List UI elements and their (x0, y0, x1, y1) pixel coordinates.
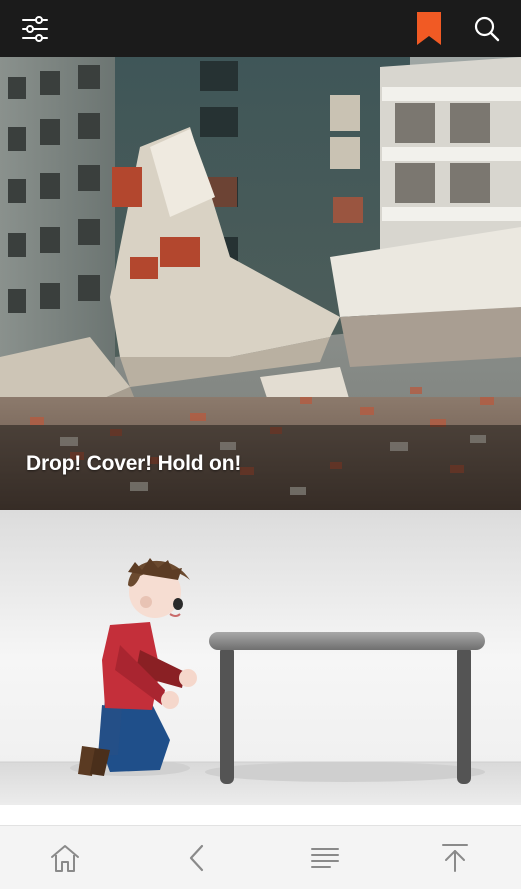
home-icon[interactable] (35, 826, 95, 889)
search-icon[interactable] (458, 0, 515, 57)
drop-cover-illustration (0, 510, 521, 805)
bookmark-icon[interactable] (400, 0, 457, 57)
back-chevron-icon[interactable] (166, 826, 226, 889)
bottom-nav-bar (0, 825, 521, 889)
content-spacer (0, 805, 521, 825)
menu-lines-icon[interactable] (295, 826, 355, 889)
hero-caption-overlay: Drop! Cover! Hold on! (0, 425, 521, 510)
sliders-filter-icon[interactable] (6, 0, 63, 57)
hero-caption-title: Drop! Cover! Hold on! (26, 452, 242, 475)
hero-image[interactable]: Drop! Cover! Hold on! (0, 57, 521, 510)
top-app-bar (0, 0, 521, 57)
scroll-to-top-icon[interactable] (425, 826, 485, 889)
